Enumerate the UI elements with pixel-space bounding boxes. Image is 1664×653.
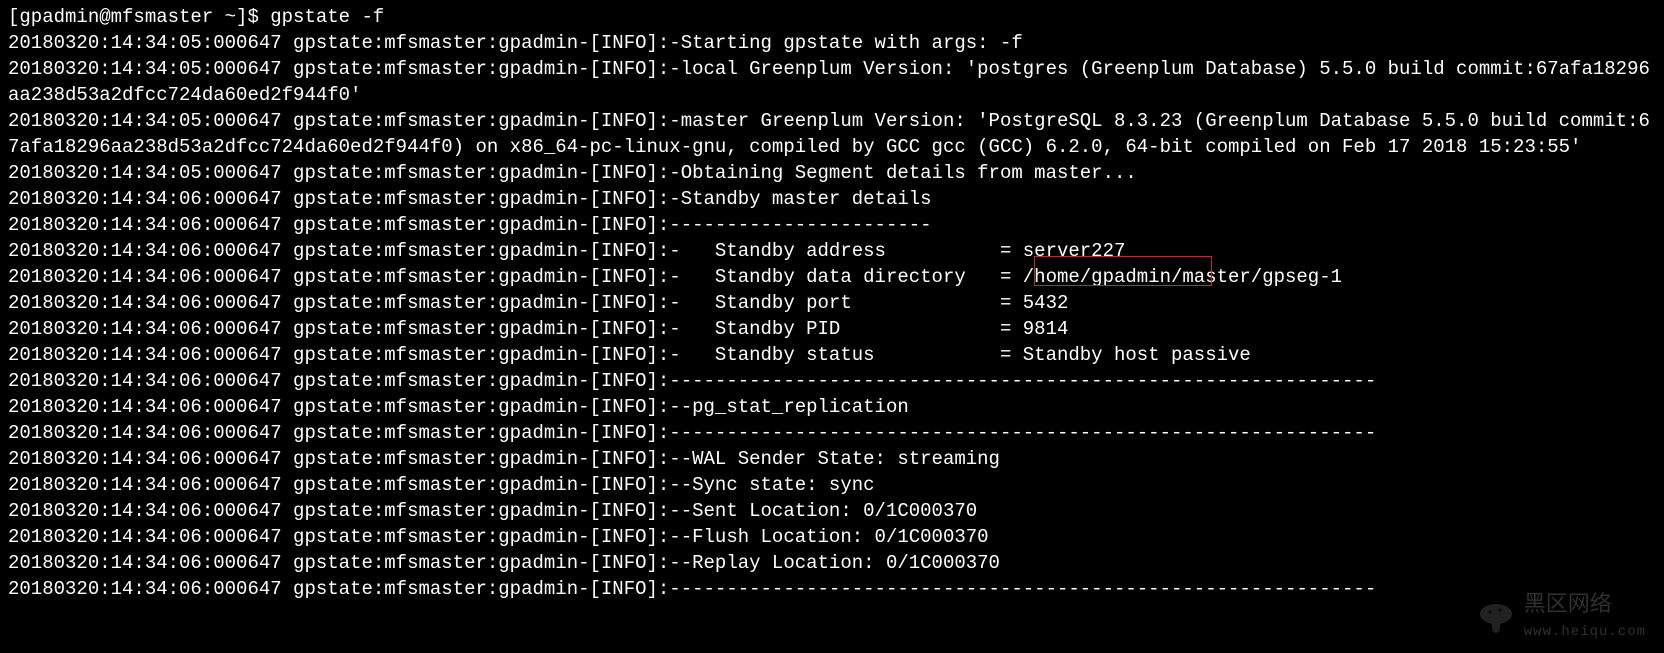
- log-line: 7afa18296aa238d53a2dfcc724da60ed2f944f0)…: [8, 134, 1656, 160]
- log-line: 20180320:14:34:06:000647 gpstate:mfsmast…: [8, 472, 1656, 498]
- log-line: 20180320:14:34:06:000647 gpstate:mfsmast…: [8, 498, 1656, 524]
- terminal-output: [gpadmin@mfsmaster ~]$ gpstate -f2018032…: [0, 0, 1664, 606]
- log-line: 20180320:14:34:06:000647 gpstate:mfsmast…: [8, 420, 1656, 446]
- log-line: 20180320:14:34:05:000647 gpstate:mfsmast…: [8, 108, 1656, 134]
- log-line: 20180320:14:34:06:000647 gpstate:mfsmast…: [8, 368, 1656, 394]
- log-line: 20180320:14:34:06:000647 gpstate:mfsmast…: [8, 264, 1656, 290]
- log-line: 20180320:14:34:06:000647 gpstate:mfsmast…: [8, 446, 1656, 472]
- log-line: 20180320:14:34:06:000647 gpstate:mfsmast…: [8, 524, 1656, 550]
- watermark-url: www.heiqu.com: [1524, 619, 1646, 645]
- log-line: 20180320:14:34:05:000647 gpstate:mfsmast…: [8, 30, 1656, 56]
- log-line: 20180320:14:34:06:000647 gpstate:mfsmast…: [8, 550, 1656, 576]
- log-line: 20180320:14:34:06:000647 gpstate:mfsmast…: [8, 212, 1656, 238]
- log-line: 20180320:14:34:06:000647 gpstate:mfsmast…: [8, 186, 1656, 212]
- log-line: 20180320:14:34:06:000647 gpstate:mfsmast…: [8, 290, 1656, 316]
- log-line: aa238d53a2dfcc724da60ed2f944f0': [8, 82, 1656, 108]
- log-line: 20180320:14:34:06:000647 gpstate:mfsmast…: [8, 316, 1656, 342]
- log-line: 20180320:14:34:05:000647 gpstate:mfsmast…: [8, 56, 1656, 82]
- log-line: 20180320:14:34:06:000647 gpstate:mfsmast…: [8, 394, 1656, 420]
- log-line: 20180320:14:34:06:000647 gpstate:mfsmast…: [8, 342, 1656, 368]
- log-line: 20180320:14:34:06:000647 gpstate:mfsmast…: [8, 238, 1656, 264]
- log-line: 20180320:14:34:05:000647 gpstate:mfsmast…: [8, 160, 1656, 186]
- log-line: 20180320:14:34:06:000647 gpstate:mfsmast…: [8, 576, 1656, 602]
- shell-prompt[interactable]: [gpadmin@mfsmaster ~]$ gpstate -f: [8, 4, 1656, 30]
